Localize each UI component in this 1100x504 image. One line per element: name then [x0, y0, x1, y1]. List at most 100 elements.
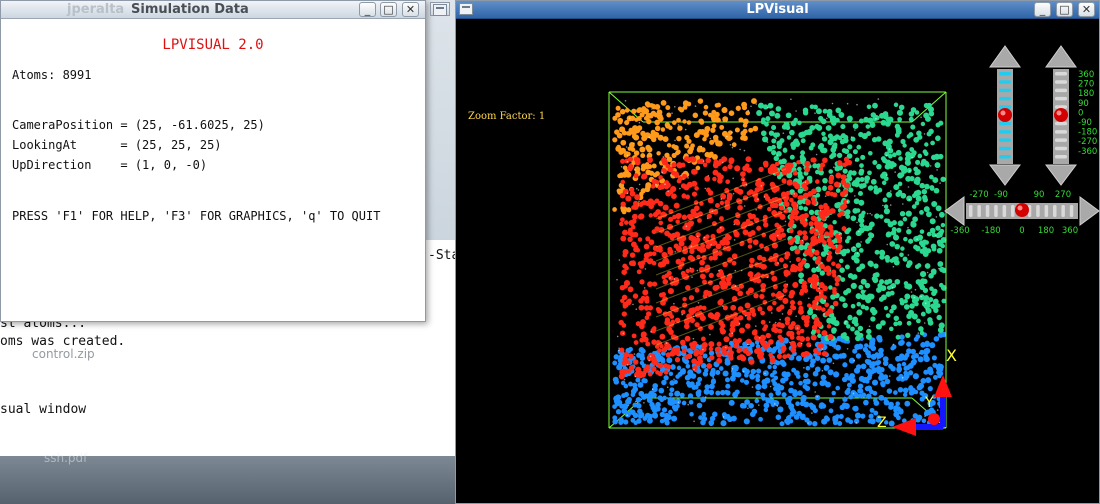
atom — [929, 218, 936, 225]
atom-highlight — [850, 136, 853, 138]
atom — [712, 284, 719, 292]
atom — [929, 174, 934, 180]
rotation-slider-vertical-2[interactable] — [1045, 45, 1077, 186]
atom-highlight — [767, 276, 769, 279]
atom — [858, 284, 864, 290]
title-bar[interactable]: LPVisual _ □ ✕ — [456, 1, 1099, 19]
atom — [917, 356, 924, 363]
minimize-button[interactable]: _ — [359, 2, 376, 17]
atom — [745, 311, 752, 317]
atom-highlight — [892, 265, 895, 268]
atom — [848, 187, 854, 193]
simulation-data-window[interactable]: jperalta Simulation Data _ □ ✕ LPVISUAL … — [0, 0, 426, 322]
atom — [771, 138, 777, 144]
atom — [815, 108, 822, 115]
atom — [692, 365, 698, 372]
atom — [842, 302, 848, 309]
atom — [763, 162, 769, 168]
atom — [733, 367, 739, 372]
atom — [840, 297, 846, 302]
atom — [867, 150, 873, 156]
atom — [676, 117, 681, 123]
atom — [620, 158, 626, 164]
atom — [809, 104, 815, 110]
atom — [904, 401, 910, 406]
maximize-button[interactable]: □ — [1056, 2, 1073, 17]
atom — [927, 385, 933, 392]
atom — [847, 144, 853, 150]
atom — [898, 104, 905, 111]
atom — [789, 154, 795, 160]
atom — [812, 370, 819, 377]
atom — [655, 352, 662, 358]
atom — [915, 159, 921, 165]
atom — [807, 309, 814, 316]
window-menu-icon[interactable] — [433, 4, 447, 16]
atom — [630, 388, 637, 395]
atom — [886, 191, 893, 198]
atom — [897, 116, 903, 122]
desktop-icon-label[interactable]: ssh.pdf — [44, 451, 87, 465]
rotation-slider-vertical-1[interactable] — [989, 45, 1021, 186]
atom — [688, 295, 695, 301]
atom — [781, 392, 787, 398]
atom — [781, 371, 788, 378]
atom — [715, 390, 721, 396]
atom — [782, 148, 788, 153]
lpvisual-window[interactable]: LPVisual _ □ ✕ X Y Z 360 270 180 90 0 -90 -180… — [455, 0, 1100, 504]
atom — [727, 235, 732, 241]
atom — [627, 227, 633, 233]
atom — [664, 259, 670, 265]
atom — [716, 160, 722, 166]
atom-highlight — [838, 233, 841, 235]
atom — [727, 416, 733, 423]
atom — [650, 136, 657, 143]
atom — [860, 278, 867, 285]
atom — [864, 358, 870, 364]
minimize-button[interactable]: _ — [1034, 2, 1051, 17]
atom — [613, 379, 620, 385]
atom — [904, 155, 911, 162]
atom — [648, 258, 654, 264]
atom — [902, 256, 908, 262]
atom — [888, 420, 895, 427]
title-bar[interactable]: jperalta Simulation Data _ □ ✕ — [1, 1, 425, 19]
atom-highlight — [731, 131, 733, 133]
close-button[interactable]: ✕ — [1078, 2, 1095, 17]
atom-highlight — [618, 347, 620, 350]
atom-highlight — [935, 216, 938, 218]
rotation-slider-horizontal[interactable] — [944, 196, 1100, 226]
atom-highlight — [626, 154, 629, 157]
slider-tick — [1053, 205, 1057, 217]
atom — [748, 358, 755, 365]
atom-highlight — [691, 276, 693, 278]
atom — [804, 160, 811, 167]
atom-highlight — [693, 420, 695, 423]
close-button[interactable]: ✕ — [402, 2, 419, 17]
atom — [679, 368, 686, 375]
taskbar-button[interactable] — [430, 2, 450, 16]
atom — [659, 343, 664, 349]
atom — [795, 374, 801, 379]
atom — [809, 362, 815, 368]
atom — [916, 318, 921, 324]
atom — [623, 220, 629, 225]
atom — [632, 412, 639, 419]
atom — [619, 347, 625, 353]
desktop-icon-label[interactable]: control.zip — [32, 347, 95, 361]
atom — [618, 418, 624, 424]
atom-highlight — [803, 367, 805, 369]
maximize-button[interactable]: □ — [380, 2, 397, 17]
atom — [790, 407, 796, 413]
x-axis-dot — [928, 413, 940, 425]
atom — [868, 413, 874, 419]
3d-viewport[interactable]: X Y Z 360270180900-90-180-270-360 -270 -9… — [456, 19, 1100, 504]
atom-highlight — [704, 396, 707, 398]
atom-highlight — [706, 217, 709, 220]
atom — [923, 369, 929, 375]
atom — [821, 330, 828, 337]
atom — [658, 175, 663, 180]
atom — [930, 140, 935, 146]
atom — [835, 263, 842, 269]
atom — [672, 214, 677, 220]
